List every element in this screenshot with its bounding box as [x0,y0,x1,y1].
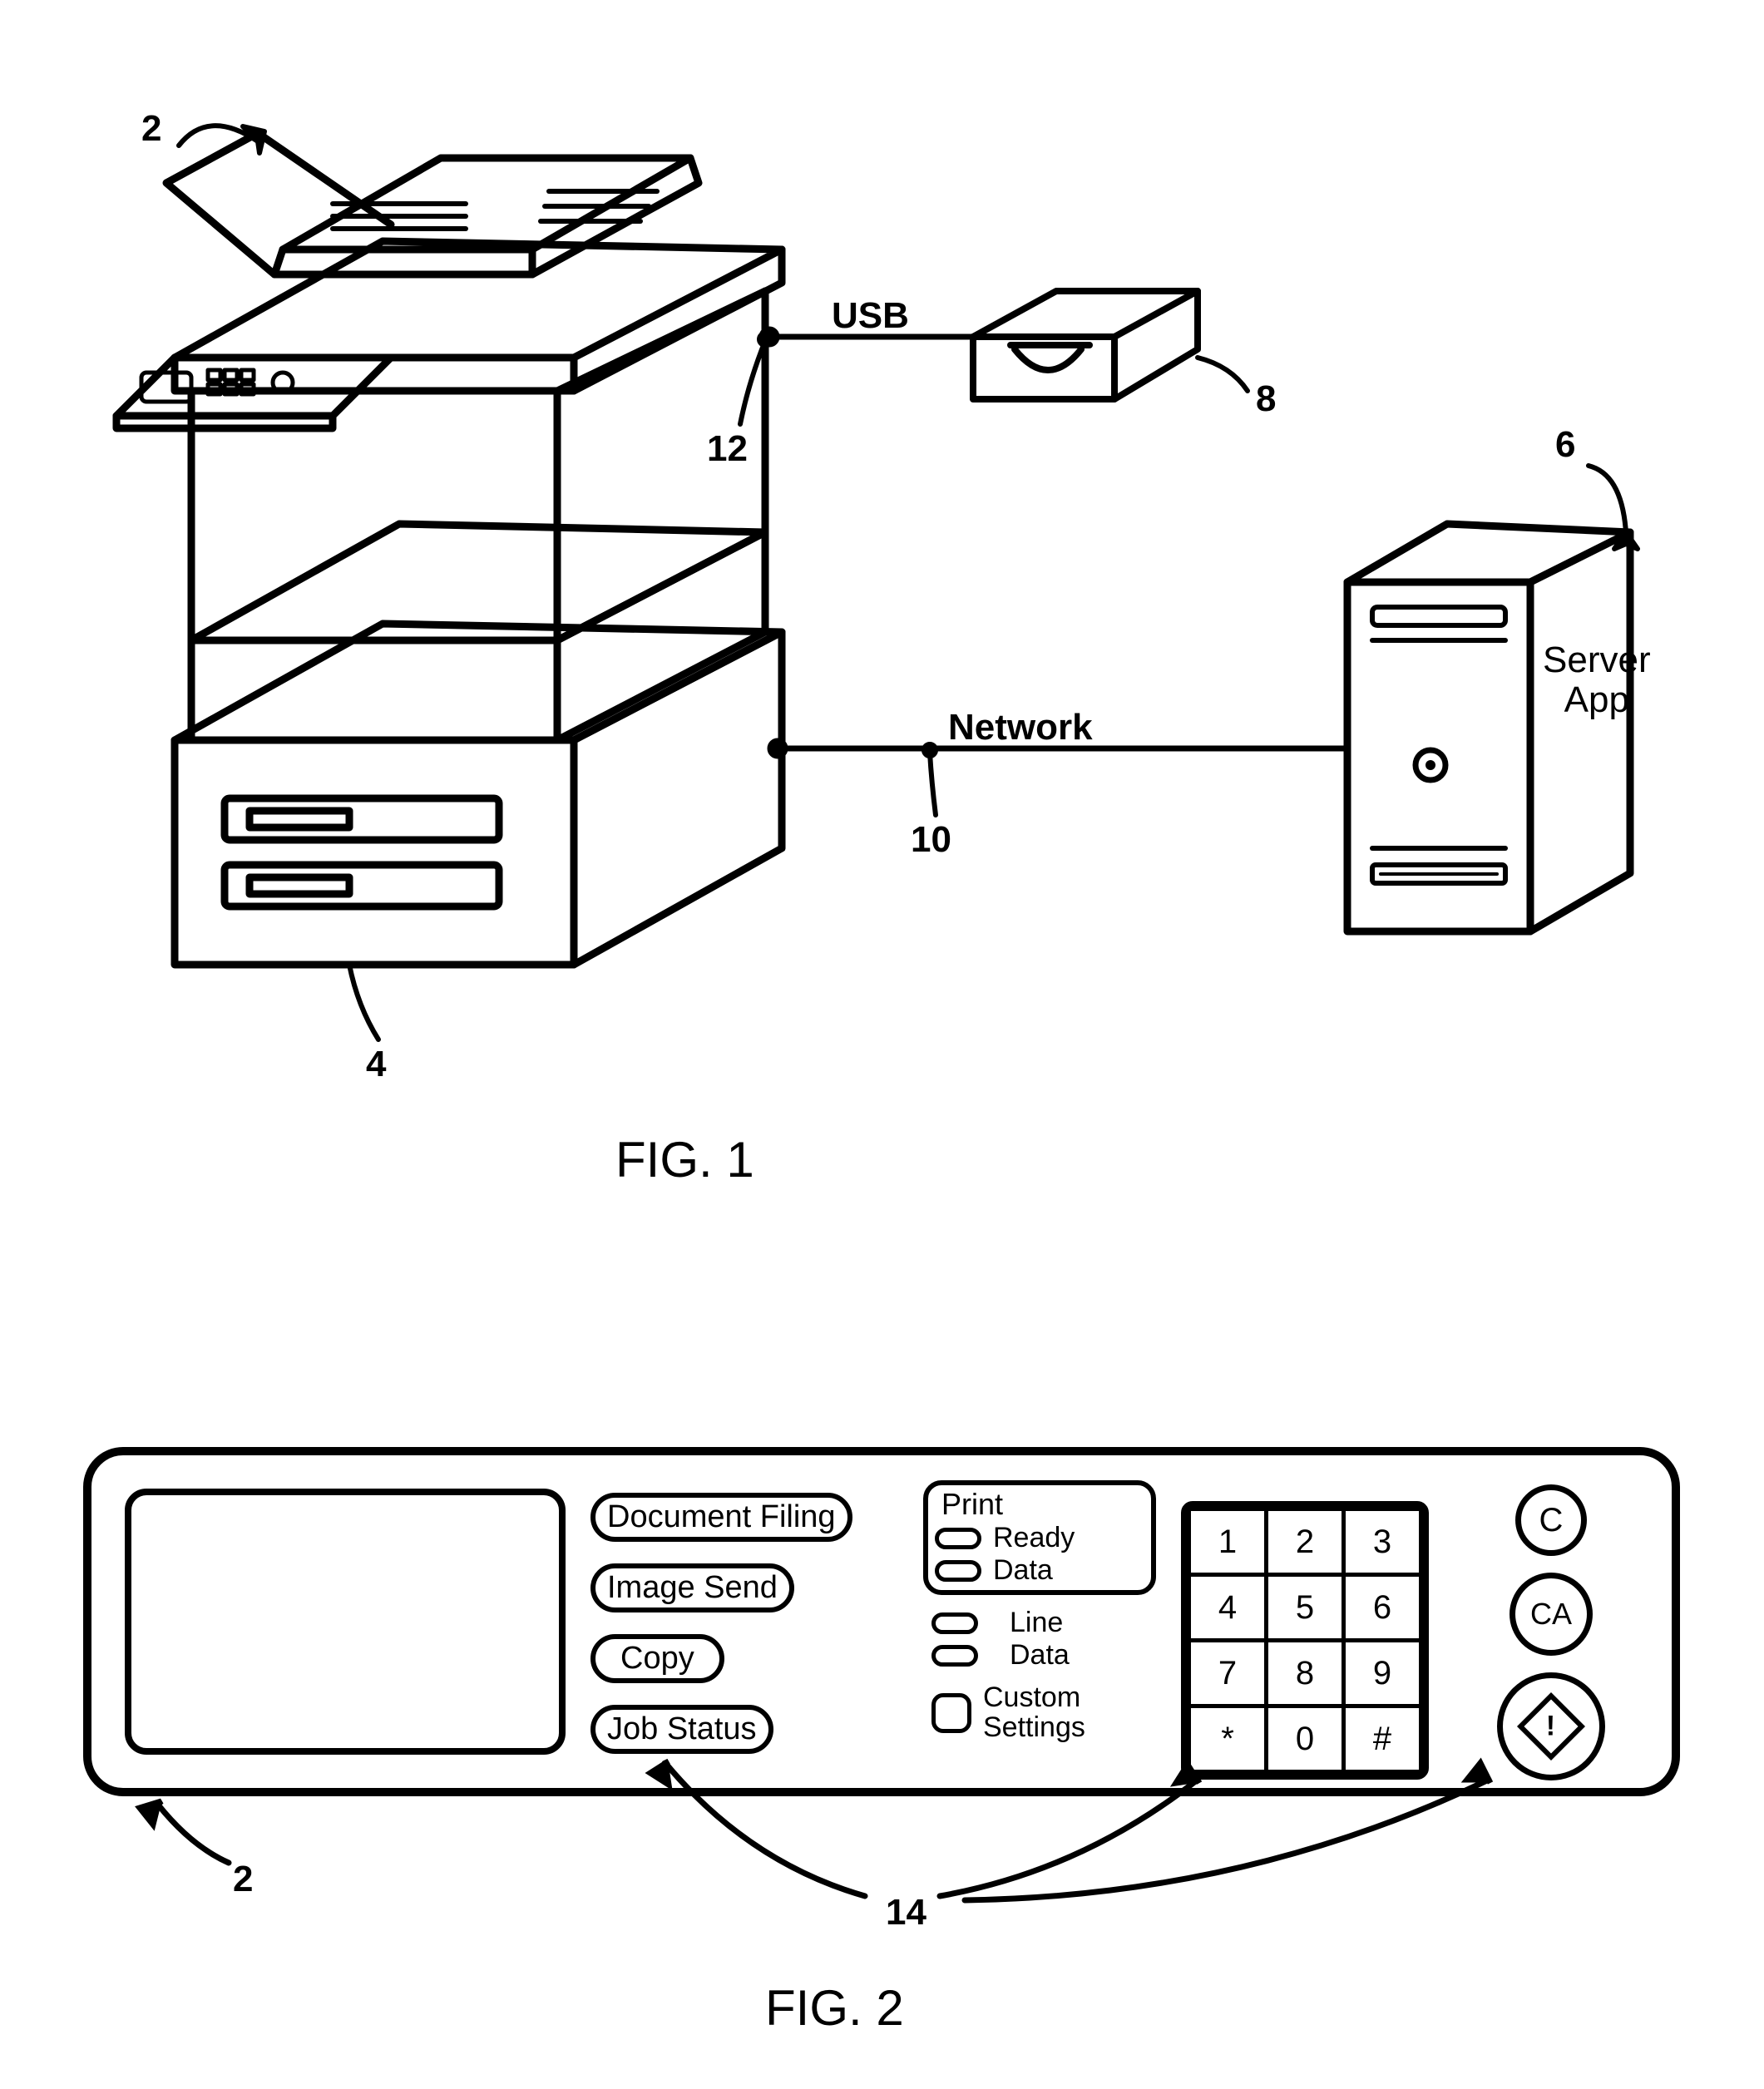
callout-12: 12 [707,428,748,470]
fig1-title: FIG. 1 [615,1131,754,1188]
callout-14: 14 [886,1892,926,1933]
callout-6: 6 [1555,424,1575,466]
usb-label: USB [832,295,909,337]
callout-4: 4 [366,1044,386,1085]
callout-2: 2 [141,108,161,150]
callout-8: 8 [1256,378,1276,420]
fig2-callouts [0,1447,1764,1946]
network-label: Network [948,707,1093,748]
callout-panel-2: 2 [233,1859,253,1900]
server-label: Server App [1543,640,1651,721]
fig1-drawing [0,0,1764,1331]
callout-10: 10 [911,819,951,861]
fig2-title: FIG. 2 [765,1979,904,2037]
